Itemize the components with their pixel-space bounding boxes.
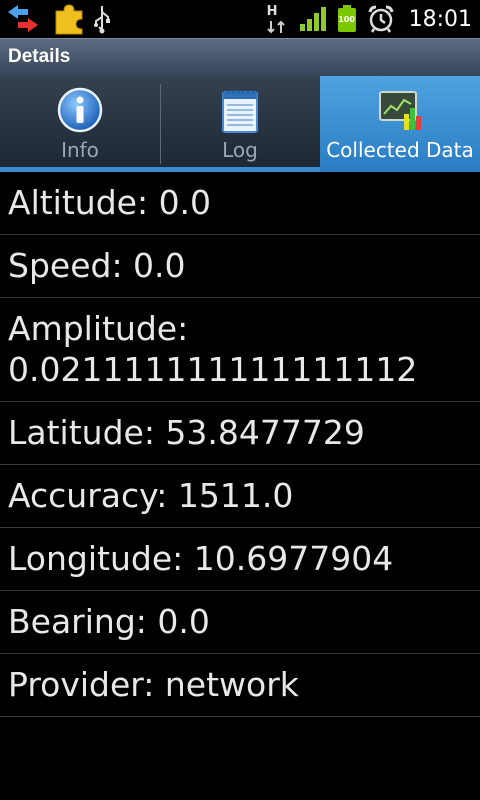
accuracy-value: Accuracy: 1511.0 [8, 476, 294, 515]
puzzle-icon [55, 4, 83, 35]
longitude-value: Longitude: 10.6977904 [8, 539, 394, 578]
tab-log-label: Log [222, 138, 258, 162]
status-icons: H 100 18:01 [267, 3, 472, 35]
chart-icon [379, 91, 421, 130]
battery-level: 100 [338, 15, 355, 24]
tab-bar: Info Log Collected Data [0, 76, 480, 172]
list-item-bearing: Bearing: 0.0 [0, 591, 480, 654]
list-item-longitude: Longitude: 10.6977904 [0, 528, 480, 591]
info-icon [57, 87, 103, 133]
provider-value: Provider: network [8, 665, 299, 704]
amplitude-label: Amplitude: [8, 309, 189, 348]
signal-icon [299, 7, 326, 31]
collected-data-list: Altitude: 0.0 Speed: 0.0 Amplitude: 0.02… [0, 172, 480, 717]
latitude-value: Latitude: 53.8477729 [8, 413, 365, 452]
notepad-icon [222, 90, 258, 133]
list-item-speed: Speed: 0.0 [0, 235, 480, 298]
status-bar: H 100 18:01 [0, 0, 480, 38]
tab-collected-data[interactable]: Collected Data [320, 76, 480, 172]
list-item-provider: Provider: network [0, 654, 480, 717]
notification-icons [6, 3, 114, 35]
tab-log[interactable]: Log [160, 76, 320, 172]
hspa-data-icon: H [267, 4, 289, 34]
usb-icon [94, 6, 110, 34]
tab-info[interactable]: Info [0, 76, 160, 172]
bearing-value: Bearing: 0.0 [8, 602, 210, 641]
speed-value: Speed: 0.0 [8, 246, 186, 285]
list-item-altitude: Altitude: 0.0 [0, 172, 480, 235]
tab-info-label: Info [61, 138, 99, 162]
page-title: Details [8, 46, 71, 67]
tab-collected-data-label: Collected Data [326, 138, 474, 162]
transfer-arrows-icon [8, 5, 38, 32]
battery-icon: 100 [337, 5, 357, 33]
network-type-label: H [266, 4, 278, 19]
list-item-latitude: Latitude: 53.8477729 [0, 402, 480, 465]
altitude-value: Altitude: 0.0 [8, 183, 212, 222]
title-bar: Details [0, 38, 480, 76]
amplitude-value: 0.021111111111111112 [8, 350, 418, 389]
alarm-icon [368, 5, 394, 33]
list-item-accuracy: Accuracy: 1511.0 [0, 465, 480, 528]
list-item-amplitude: Amplitude: 0.021111111111111112 [0, 298, 480, 402]
clock: 18:01 [408, 6, 472, 32]
